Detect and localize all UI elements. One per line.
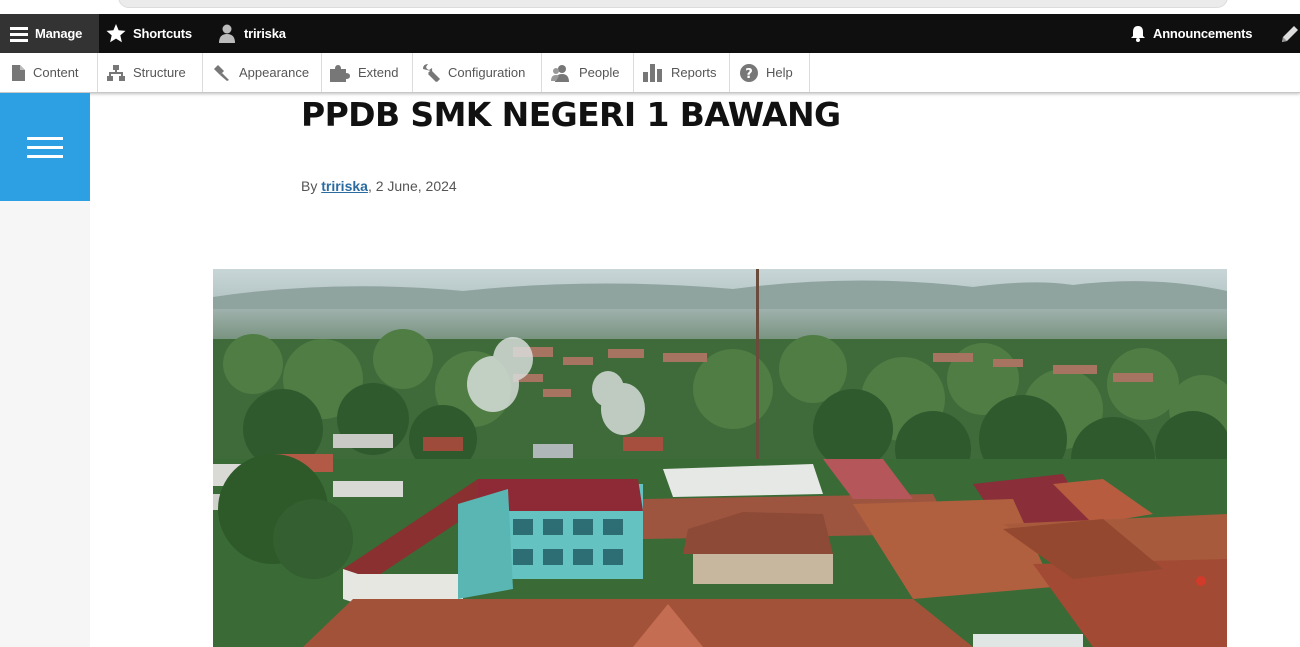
svg-text:?: ?: [745, 67, 753, 82]
manage-button[interactable]: Manage: [0, 14, 99, 53]
tray-item-reports[interactable]: Reports: [634, 53, 730, 92]
tray-item-appearance[interactable]: Appearance: [203, 53, 322, 92]
paint-brush-icon: [214, 64, 229, 81]
tray-item-content[interactable]: Content: [0, 53, 98, 92]
user-label: tririska: [244, 26, 286, 41]
tray-item-people[interactable]: People: [542, 53, 634, 92]
article-byline: By tririska, 2 June, 2024: [301, 178, 457, 194]
tray-item-label: Extend: [358, 65, 399, 80]
menu-icon: [10, 26, 28, 42]
pencil-icon: [1282, 25, 1298, 42]
shortcuts-label: Shortcuts: [133, 26, 192, 41]
admin-tray: Content Structure Appearance Extend Conf…: [0, 53, 1300, 93]
tray-item-configuration[interactable]: Configuration: [413, 53, 542, 92]
author-link[interactable]: tririska: [321, 178, 368, 194]
bar-chart-icon: [643, 63, 662, 82]
tray-item-label: Configuration: [448, 65, 526, 80]
user-icon: [219, 24, 235, 43]
tray-item-label: Content: [33, 65, 79, 80]
star-icon: [106, 24, 126, 43]
help-icon: ?: [740, 63, 758, 82]
shortcuts-button[interactable]: Shortcuts: [106, 14, 192, 53]
byline-prefix: By: [301, 178, 318, 194]
tray-item-label: People: [579, 65, 620, 80]
tray-item-label: Help: [766, 65, 793, 80]
main-menu-toggle[interactable]: [0, 93, 90, 201]
puzzle-icon: [330, 64, 350, 82]
announcements-button[interactable]: Announcements: [1130, 14, 1252, 53]
tray-item-label: Reports: [671, 65, 717, 80]
sitemap-icon: [107, 64, 125, 81]
browser-strip: [0, 0, 1300, 14]
announcements-label: Announcements: [1153, 26, 1253, 41]
tray-item-extend[interactable]: Extend: [322, 53, 413, 92]
manage-label: Manage: [35, 26, 83, 41]
admin-toolbar: Manage Shortcuts tririska Announcements: [0, 14, 1300, 53]
page-title: PPDB SMK NEGERI 1 BAWANG: [301, 95, 841, 134]
user-button[interactable]: tririska: [217, 14, 286, 53]
bell-icon: [1131, 26, 1145, 42]
tray-item-help[interactable]: ? Help: [730, 53, 810, 92]
post-date: , 2 June, 2024: [367, 178, 457, 194]
tray-item-label: Structure: [133, 65, 186, 80]
hamburger-icon: [27, 137, 63, 140]
browser-url-bar[interactable]: [118, 0, 1228, 8]
edit-button[interactable]: [1280, 14, 1300, 53]
article-hero-image: [213, 269, 1227, 647]
tray-item-structure[interactable]: Structure: [98, 53, 203, 92]
people-icon: [551, 64, 569, 82]
tray-item-label: Appearance: [239, 65, 310, 80]
file-icon: [12, 64, 25, 81]
wrench-icon: [423, 63, 440, 82]
